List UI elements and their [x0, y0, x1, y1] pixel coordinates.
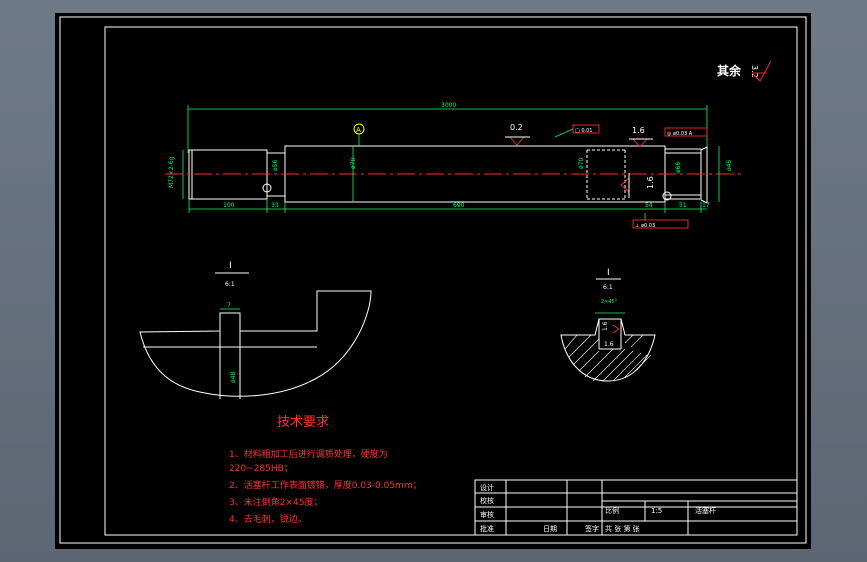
- dim-groove: 33: [271, 202, 279, 209]
- sheet-border: [59, 16, 807, 544]
- tech-item-2: 220~285HB；: [229, 464, 293, 474]
- detail-right-inner-dim: 1.6: [602, 321, 609, 331]
- end-cap: [700, 146, 708, 204]
- dim-right-a: 54: [645, 202, 653, 209]
- detail-left-dia: ø48: [230, 372, 237, 383]
- tech-title: 技术要求: [277, 415, 329, 430]
- tolerance-2: 1.6: [632, 126, 645, 135]
- title-block: 设计 校核 审核 批准 日期 签字 比例 1:5 共 张 第 张 活塞杆: [474, 479, 798, 536]
- tb-approve: 批准: [480, 524, 494, 533]
- dim-left-thread: 100: [223, 202, 235, 209]
- detail-left-profile: [139, 290, 372, 397]
- thread-section: [188, 149, 268, 200]
- tech-item-3: 2、活塞杆工作表面镀铬，厚度0.03-0.05mm；: [229, 479, 422, 491]
- roughness-label: 其余: [717, 63, 742, 78]
- gdt-1: □ 0.01: [575, 128, 592, 134]
- dim-overall: 3000: [441, 102, 456, 109]
- detail-right-top-dim: 2×45°: [601, 299, 618, 305]
- tech-requirements: 技术要求 1、材料粗加工后进行调质处理，硬度为 220~285HB； 2、活塞杆…: [229, 415, 422, 525]
- detail-right-scale: 6:1: [603, 284, 613, 291]
- tech-item-4: 3、未注倒角2×45度；: [229, 496, 322, 508]
- tb-part-name: 活塞杆: [695, 506, 716, 515]
- tb-scale-value: 1:5: [651, 507, 662, 515]
- roughness-note: 其余 3.2: [717, 60, 772, 82]
- detail-left-width: 7: [227, 302, 231, 309]
- datum-label: A: [356, 126, 361, 134]
- tb-design: 设计: [480, 483, 494, 492]
- gdt-2: ◎ ø0.03 A: [667, 131, 693, 137]
- tolerance-1: 0.2: [510, 123, 523, 132]
- tech-item-1: 1、材料粗加工后进行调质处理，硬度为: [229, 448, 388, 460]
- dia-right: ø66: [675, 162, 682, 173]
- detail-right-bottom-dim: 1.6: [604, 341, 614, 348]
- dia-mid: ø70: [578, 158, 585, 169]
- main-view: 3000 M72×2-6g ø56 ø70 ø70 ø66 ø45 A 0.2 …: [165, 102, 741, 229]
- detail-right: I 6:1 2×45° 1.6 1.6: [560, 268, 656, 382]
- gdt-3: ⊥ ø0.03: [635, 223, 655, 229]
- detail-left-label: I: [229, 261, 232, 271]
- tb-date: 日期: [543, 525, 557, 533]
- tb-check: 校核: [480, 496, 494, 505]
- dim-right-c: 17: [702, 202, 710, 209]
- dia-body: ø70: [350, 158, 357, 169]
- tb-sheets: 共 张 第 张: [605, 524, 640, 533]
- thread-label: M72×2-6g: [168, 156, 175, 188]
- tech-item-5: 4、去毛刺，锐边。: [229, 513, 307, 525]
- tb-review: 审核: [480, 510, 494, 519]
- dim-right-b: 51: [679, 202, 687, 209]
- detail-left-scale: 6:1: [225, 281, 235, 288]
- drawing-canvas: 其余 3.2 3000 M72×2-6g ø56 ø70 ø70 ø66 ø45…: [59, 16, 807, 544]
- detail-right-label: I: [607, 268, 610, 278]
- dia-left: ø56: [272, 160, 279, 171]
- dia-end: ø45: [726, 160, 733, 171]
- groove: [266, 152, 286, 197]
- dim-middle: 690: [453, 202, 465, 209]
- tolerance-3: 1.6: [646, 176, 655, 189]
- cad-viewport[interactable]: 其余 3.2 3000 M72×2-6g ø56 ø70 ø70 ø66 ø45…: [55, 13, 811, 549]
- detail-left: I 6:1 7 ø48: [139, 261, 372, 399]
- tb-scale-label: 比例: [605, 506, 619, 515]
- tb-seal: 签字: [585, 524, 599, 533]
